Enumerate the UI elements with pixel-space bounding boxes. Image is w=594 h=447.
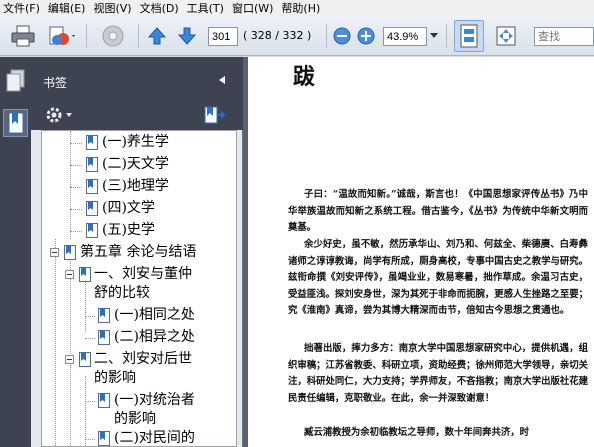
zoom-in-icon [357, 27, 375, 45]
bookmark-icon [86, 157, 98, 172]
next-page-button[interactable] [176, 24, 198, 48]
fit-width-button[interactable] [492, 22, 520, 50]
bookmark-label: 一、刘安与董仲 [94, 266, 192, 282]
bookmark-label: (二)对民间的 [114, 430, 195, 446]
bookmark-options-button[interactable] [45, 106, 75, 124]
menu-window[interactable]: 窗口(W) [229, 0, 278, 16]
bookmark-label: (二)天文学 [102, 156, 169, 172]
bookmarks-panel-button[interactable] [3, 109, 28, 137]
fit-width-icon [496, 26, 516, 46]
bookmark-icon [86, 135, 98, 150]
bookmark-label: (五)史学 [102, 222, 155, 238]
expand-bookmark-button[interactable] [203, 105, 227, 125]
fit-page-icon [460, 24, 478, 48]
document-paragraph: 拙著出版，摔力多方：南京大学中国思想家研究中心，提供机遇，组织审稿；江苏省教委、… [288, 343, 589, 404]
zoom-level-input[interactable] [383, 27, 427, 46]
bookmark-label: 第五章 余论与结语 [80, 244, 197, 260]
menu-help[interactable]: 帮助(H) [278, 0, 325, 16]
bookmark-icon [64, 245, 76, 260]
page-count: ( 328 / 332 ) [243, 29, 312, 42]
bookmark-label: (一)相同之处 [114, 307, 195, 323]
prev-page-button[interactable] [146, 24, 168, 48]
menu-edit[interactable]: 编辑(E) [45, 0, 91, 16]
bookmark-icon [86, 201, 98, 216]
bookmark-label: (二)相异之处 [114, 329, 195, 345]
prev-page-icon [147, 27, 167, 45]
bookmark-tree: (一)养生学 (二)天文学 (三)地理学 (四)文学 (五)史学 第五章 余论与… [41, 130, 237, 447]
bookmark-icon [98, 393, 110, 408]
bookmarks-panel: 书签 (一)养生学 (二)天文学 (三)地理学 (四)文学 (五)史学 第五章 … [31, 57, 243, 447]
page-number-input[interactable] [208, 27, 238, 46]
bookmark-label-line2: 的影响 [114, 411, 156, 427]
print-icon [11, 25, 35, 47]
bookmark-icon [98, 308, 110, 323]
search-input[interactable] [534, 27, 594, 46]
gear-icon [46, 107, 72, 123]
zoom-out-button[interactable] [333, 27, 351, 45]
zoom-dropdown[interactable] [429, 27, 439, 45]
menu-bar: 文件(F) 编辑(E) 视图(V) 文档(D) 工具(T) 窗口(W) 帮助(H… [0, 0, 594, 16]
bookmarks-header: 书签 [31, 57, 243, 100]
document-paragraph: 臧云浦教授为余初临教坛之导师，数十年间奔共济，时 [304, 427, 530, 438]
bookmark-icon [98, 330, 110, 345]
menu-document[interactable]: 文档(D) [137, 0, 184, 16]
zoom-in-button[interactable] [357, 27, 375, 45]
document-paragraph: 子曰：“温故而知新。”诚哉，斯言也！《中国思想家评传丛书》乃中华举族温故而知新之… [288, 189, 588, 233]
bookmark-label: 二、刘安对后世 [94, 351, 192, 367]
menu-file[interactable]: 文件(F) [0, 0, 45, 16]
bookmark-icon [98, 431, 110, 446]
next-page-icon [177, 27, 197, 45]
print-button[interactable] [8, 22, 38, 50]
collapse-toggle[interactable] [65, 270, 74, 279]
zoom-out-icon [333, 27, 351, 45]
chevron-down-icon [430, 33, 438, 38]
bookmark-icon [86, 223, 98, 238]
bookmark-label-line2: 的影响 [94, 370, 136, 386]
pages-icon [6, 69, 24, 92]
menu-view[interactable]: 视图(V) [90, 0, 136, 16]
pages-panel-button[interactable] [3, 67, 28, 95]
expand-bookmark-icon [204, 106, 226, 124]
document-view[interactable]: 跋 子曰：“温故而知新。”诚哉，斯言也！《中国思想家评传丛书》乃中华举族温故而知… [243, 57, 594, 447]
bookmarks-toolbar [31, 100, 243, 130]
pdf-reader-window: 文件(F) 编辑(E) 视图(V) 文档(D) 工具(T) 窗口(W) 帮助(H… [0, 0, 594, 447]
bookmark-label: (三)地理学 [102, 178, 169, 194]
toolbar: ( 328 / 332 ) [0, 16, 594, 56]
bookmarks-icon [8, 112, 23, 134]
bookmark-label: (四)文学 [102, 200, 155, 216]
navigation-pane-strip [0, 57, 31, 447]
bookmark-label: (一)对统治者 [114, 392, 195, 408]
collapse-toggle[interactable] [65, 355, 74, 364]
collapse-panel-icon[interactable] [219, 76, 225, 84]
settings-icon [102, 25, 124, 47]
fit-page-button[interactable] [454, 20, 484, 52]
panel-splitter[interactable] [243, 57, 248, 447]
document-paragraph: 余少好史，虽不敏，然历承华山、刘乃和、何兹全、柴德赓、白寿彝诸师之谆谆教诲，尚学… [288, 239, 589, 316]
bookmark-label: (一)养生学 [102, 134, 169, 150]
menu-tools[interactable]: 工具(T) [184, 0, 229, 16]
settings-button[interactable] [96, 22, 130, 50]
bookmark-label-line2: 舒的比较 [94, 285, 150, 301]
share-button[interactable] [44, 22, 78, 50]
collapse-toggle[interactable] [50, 248, 59, 257]
bookmarks-title: 书签 [43, 76, 68, 90]
share-icon [49, 26, 75, 45]
bookmark-icon [86, 179, 98, 194]
page-heading: 跋 [293, 64, 316, 90]
bookmark-icon [79, 352, 91, 367]
bookmark-icon [79, 267, 91, 282]
